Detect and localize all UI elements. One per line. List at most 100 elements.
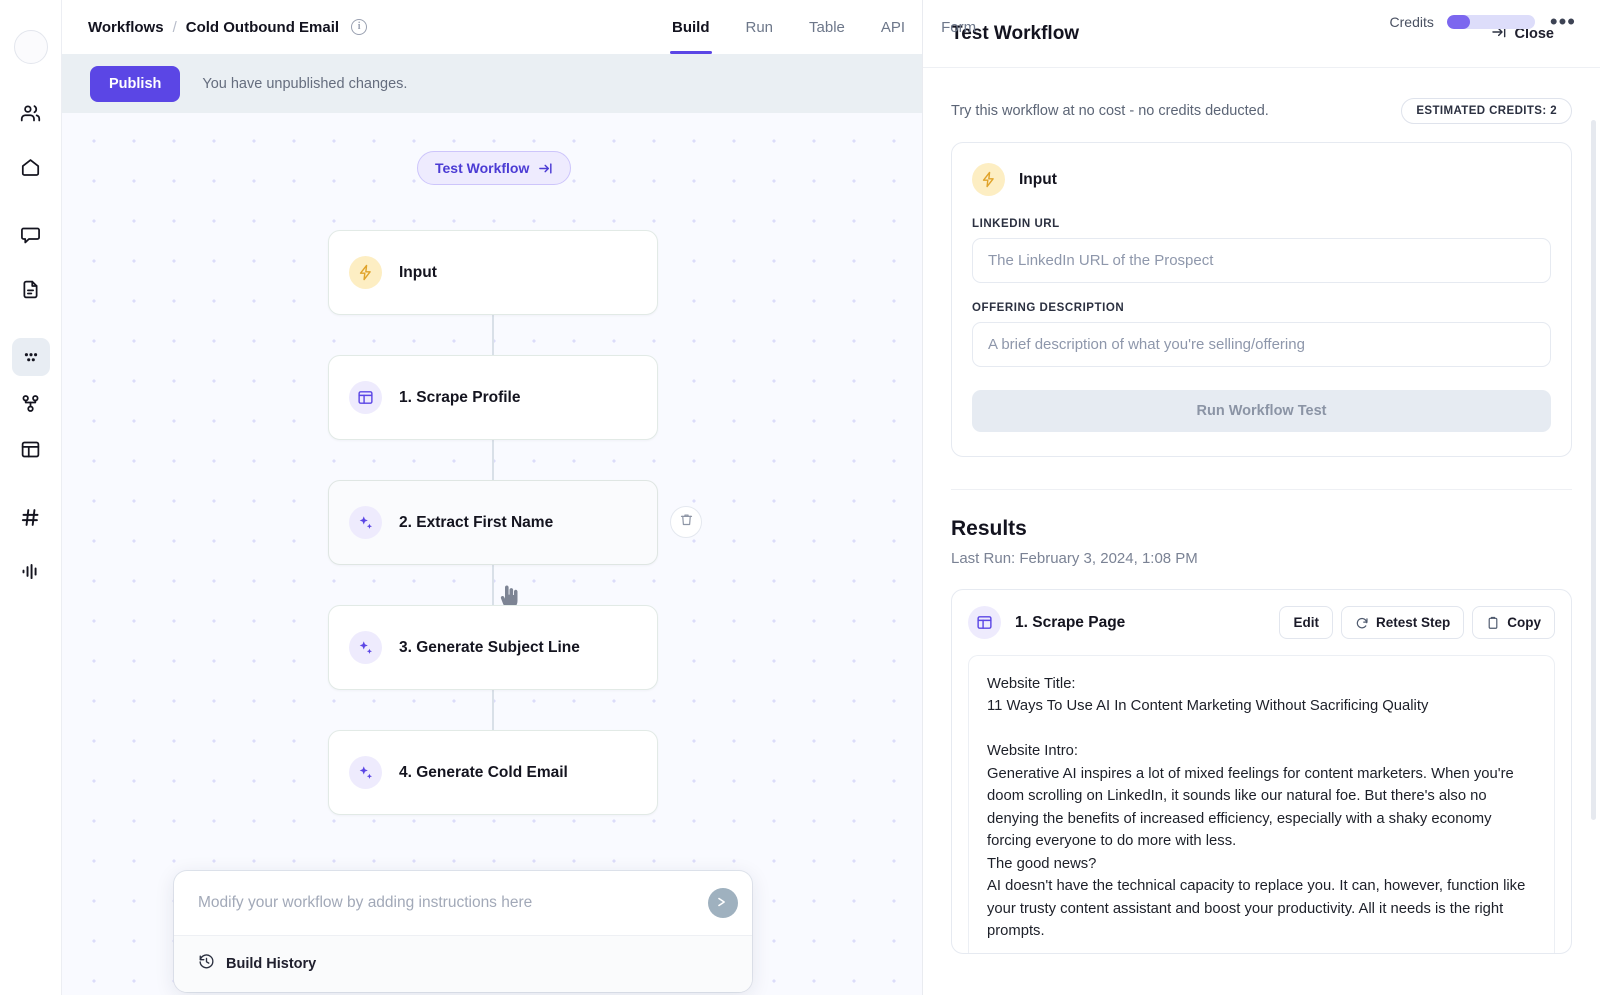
- credits-label: Credits: [1389, 14, 1434, 30]
- people-icon: [20, 103, 41, 124]
- linkedin-url-label: LINKEDIN URL: [972, 218, 1060, 230]
- retest-step-button[interactable]: Retest Step: [1340, 606, 1465, 639]
- node-label: Input: [399, 263, 437, 281]
- node-label: 4. Generate Cold Email: [399, 763, 568, 781]
- prompt-row: [174, 871, 752, 935]
- test-workflow-panel: Test Workflow Close Try this workflow at…: [922, 0, 1600, 995]
- left-icon-rail: [0, 0, 62, 995]
- workflow-graph: Test Workflow Input 1. Scrape Profile 2.…: [62, 113, 922, 995]
- copy-output-button[interactable]: Copy: [1472, 606, 1555, 639]
- send-arrow-icon: [716, 895, 730, 912]
- workflow-nodes-icon: [20, 393, 41, 414]
- build-history-button[interactable]: Build History: [174, 936, 752, 992]
- tab-run[interactable]: Run: [746, 0, 774, 54]
- sparkle-icon: [349, 506, 382, 539]
- tab-table[interactable]: Table: [809, 0, 845, 54]
- result-step-title: 1. Scrape Page: [1015, 613, 1126, 631]
- sidebar-item-chat[interactable]: [12, 216, 50, 254]
- divider: [951, 489, 1572, 490]
- retest-step-label: Retest Step: [1375, 615, 1451, 630]
- publish-button[interactable]: Publish: [90, 65, 181, 102]
- sidebar-item-hash[interactable]: [12, 498, 50, 536]
- input-card: Input LINKEDIN URL OFFERING DESCRIPTION …: [951, 142, 1572, 457]
- linkedin-url-input[interactable]: [972, 238, 1551, 283]
- credits-progress-bar[interactable]: [1446, 15, 1535, 29]
- result-card-header-left: 1. Scrape Page: [968, 606, 1125, 639]
- tab-api[interactable]: API: [881, 0, 905, 54]
- workflow-node-scrape-profile[interactable]: 1. Scrape Profile: [328, 355, 658, 440]
- workflow-main-column: Workflows / Cold Outbound Email i Publis…: [62, 0, 922, 995]
- estimated-credits-badge: ESTIMATED CREDITS: 2: [1401, 98, 1572, 124]
- sidebar-item-analytics[interactable]: [12, 552, 50, 590]
- breadcrumb-root[interactable]: Workflows: [88, 19, 164, 36]
- credits-progress-fill: [1446, 15, 1470, 29]
- panel-body: Try this workflow at no cost - no credit…: [923, 68, 1600, 995]
- layout-panel-icon: [968, 606, 1001, 639]
- result-actions: Edit Retest Step Copy: [1279, 606, 1555, 639]
- refresh-icon: [1355, 616, 1369, 630]
- test-workflow-pill-button[interactable]: Test Workflow: [417, 151, 572, 185]
- test-workflow-pill-label: Test Workflow: [435, 160, 530, 176]
- view-tabs: Build Run Table API Form: [670, 0, 976, 54]
- panel-scrollbar[interactable]: [1591, 120, 1596, 820]
- tab-form[interactable]: Form: [941, 0, 976, 54]
- workflow-instructions-input[interactable]: [198, 894, 708, 912]
- more-options-button[interactable]: •••: [1548, 11, 1578, 33]
- credits-area: Credits •••: [1389, 11, 1578, 33]
- result-card-header: 1. Scrape Page Edit Retest Step Copy: [968, 606, 1555, 639]
- banner-message: You have unpublished changes.: [202, 75, 408, 92]
- input-card-title: Input: [1019, 170, 1057, 188]
- sidebar-item-workflows[interactable]: [12, 384, 50, 422]
- input-card-header: Input: [972, 163, 1551, 196]
- run-workflow-test-button[interactable]: Run Workflow Test: [972, 390, 1551, 432]
- sidebar-item-apps[interactable]: [11, 338, 50, 376]
- sidebar-item-layout[interactable]: [12, 430, 50, 468]
- bolt-icon: [972, 163, 1005, 196]
- result-output-text: Website Title: 11 Ways To Use AI In Cont…: [968, 655, 1555, 953]
- history-icon: [198, 953, 215, 975]
- workflow-canvas[interactable]: Test Workflow Input 1. Scrape Profile 2.…: [62, 113, 922, 995]
- last-run-timestamp: Last Run: February 3, 2024, 1:08 PM: [951, 550, 1198, 567]
- workflow-prompt-box: Build History: [174, 871, 752, 992]
- workflow-node-generate-subject-line[interactable]: 3. Generate Subject Line: [328, 605, 658, 690]
- try-row: Try this workflow at no cost - no credit…: [951, 68, 1572, 142]
- chat-icon: [20, 225, 41, 246]
- sparkle-icon: [349, 756, 382, 789]
- analytics-icon: [20, 561, 41, 582]
- avatar[interactable]: [13, 30, 48, 64]
- try-workflow-text: Try this workflow at no cost - no credit…: [951, 103, 1269, 119]
- layout-icon: [20, 439, 41, 460]
- tab-build[interactable]: Build: [670, 0, 711, 54]
- workflow-node-generate-cold-email[interactable]: 4. Generate Cold Email: [328, 730, 658, 815]
- sidebar-item-people[interactable]: [12, 94, 50, 132]
- node-label: 2. Extract First Name: [399, 513, 554, 531]
- sparkle-icon: [349, 631, 382, 664]
- bolt-icon: [349, 256, 382, 289]
- workflow-node-extract-first-name[interactable]: 2. Extract First Name: [328, 480, 658, 565]
- sidebar-item-home[interactable]: [12, 148, 50, 186]
- unpublished-changes-banner: Publish You have unpublished changes.: [62, 54, 922, 113]
- send-button[interactable]: [708, 888, 738, 918]
- panel-header: Test Workflow Close: [923, 0, 1600, 68]
- breadcrumb-separator: /: [172, 18, 177, 36]
- arrow-to-line-icon: [538, 161, 553, 176]
- info-icon[interactable]: i: [351, 19, 368, 35]
- node-label: 1. Scrape Profile: [399, 388, 521, 406]
- clipboard-icon: [1486, 616, 1500, 630]
- workflow-node-input[interactable]: Input: [328, 230, 658, 315]
- layout-panel-icon: [349, 381, 382, 414]
- node-label: 3. Generate Subject Line: [399, 638, 580, 656]
- edit-step-button[interactable]: Edit: [1279, 606, 1333, 639]
- build-history-label: Build History: [226, 956, 317, 972]
- home-icon: [20, 157, 41, 178]
- apps-dots-icon: [20, 346, 42, 368]
- delete-node-button[interactable]: [670, 506, 702, 538]
- trash-icon: [679, 512, 694, 532]
- hash-icon: [20, 507, 41, 528]
- copy-label: Copy: [1507, 615, 1541, 630]
- document-icon: [20, 279, 41, 300]
- edit-label: Edit: [1293, 615, 1319, 630]
- offering-description-input[interactable]: [972, 322, 1551, 367]
- result-card-scrape-page: 1. Scrape Page Edit Retest Step Copy Web…: [951, 589, 1572, 954]
- sidebar-item-document[interactable]: [12, 270, 50, 308]
